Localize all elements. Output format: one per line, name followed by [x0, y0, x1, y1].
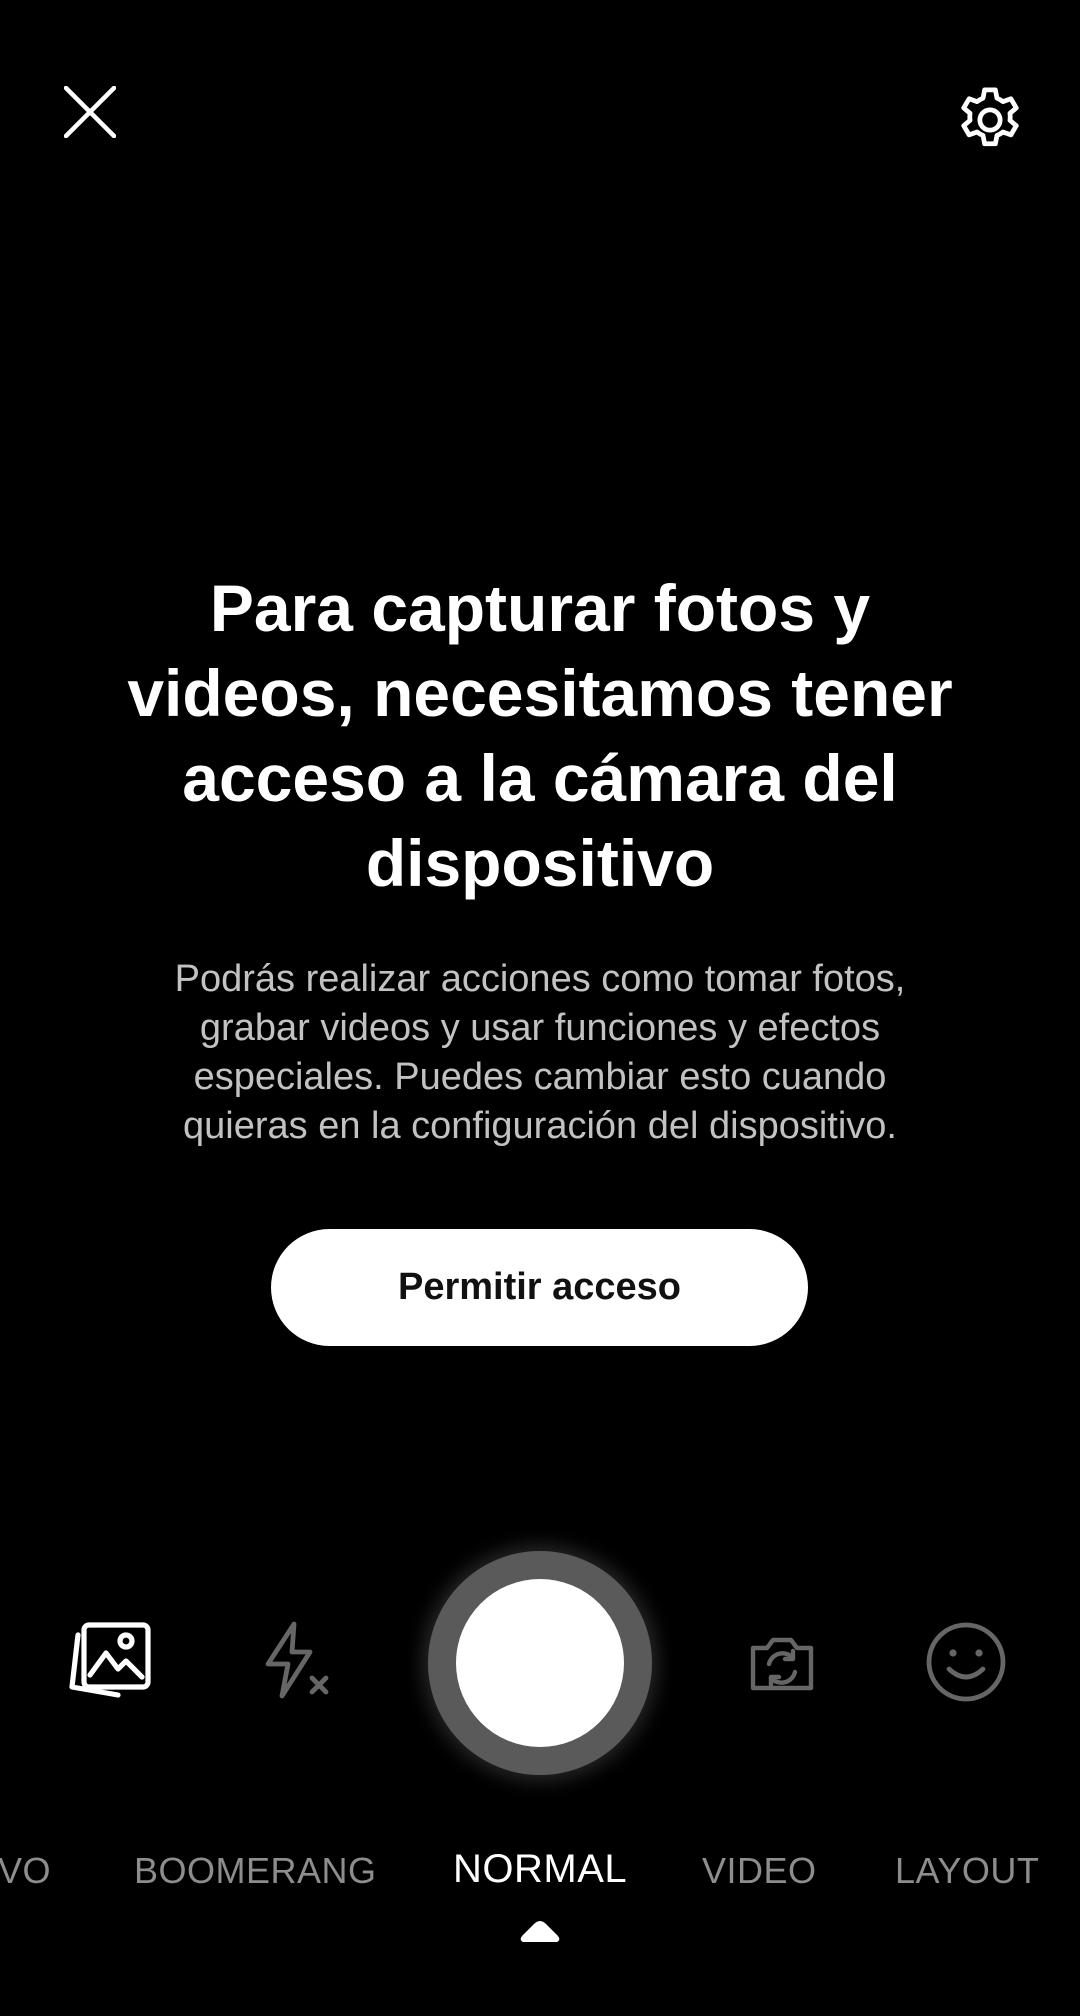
close-button[interactable]: [50, 72, 130, 152]
mode-item-normal[interactable]: NORMAL: [453, 1847, 627, 1892]
gallery-icon: [69, 1622, 151, 1698]
settings-button[interactable]: [942, 72, 1038, 168]
shutter-button[interactable]: [428, 1551, 652, 1775]
permission-headline: Para capturar fotos y videos, necesitamo…: [127, 571, 953, 900]
gear-icon: [961, 87, 1019, 147]
mode-item-layout[interactable]: LAYOUT: [895, 1850, 1039, 1892]
flash-button[interactable]: [250, 1615, 340, 1705]
mode-item-vo[interactable]: VO: [0, 1850, 51, 1892]
mode-item-boomerang[interactable]: BOOMERANG: [134, 1850, 377, 1892]
permission-description: Podrás realizar acciones como tomar foto…: [174, 958, 906, 1147]
allow-access-button[interactable]: Permitir acceso: [271, 1229, 808, 1346]
camera-flip-icon: [750, 1637, 814, 1691]
mode-indicator-icon: [518, 1918, 562, 1946]
smiley-icon: [926, 1622, 1006, 1702]
close-icon: [64, 86, 116, 138]
flip-camera-button[interactable]: [736, 1620, 828, 1706]
shutter-inner: [456, 1579, 624, 1747]
mode-item-video[interactable]: VIDEO: [702, 1850, 817, 1892]
gallery-button[interactable]: [60, 1615, 160, 1705]
flash-off-icon: [265, 1621, 329, 1699]
effects-button[interactable]: [920, 1616, 1012, 1708]
